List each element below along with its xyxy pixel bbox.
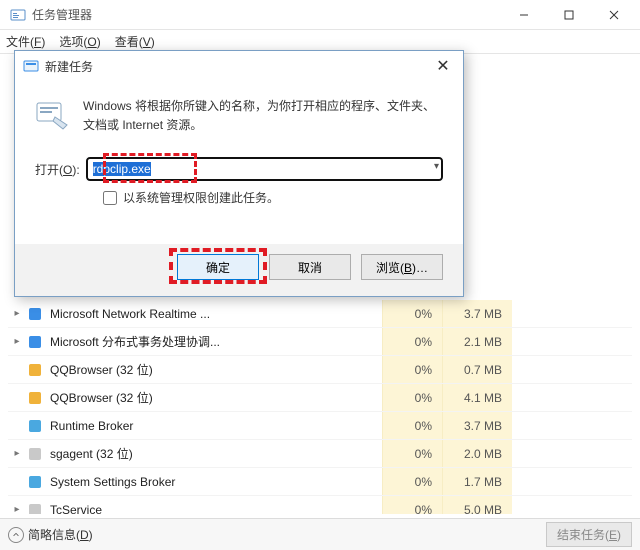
open-label: 打开(O): xyxy=(35,161,80,178)
end-task-button[interactable]: 结束任务(E) xyxy=(546,522,632,547)
process-icon xyxy=(26,361,44,379)
process-icon xyxy=(26,445,44,463)
run-dialog-icon xyxy=(23,58,39,74)
expand-icon[interactable]: ▸ xyxy=(8,448,26,459)
taskmgr-icon xyxy=(10,7,26,23)
statusbar: 简略信息(D) 结束任务(E) xyxy=(0,518,640,550)
process-icon xyxy=(26,389,44,407)
table-row[interactable]: System Settings Broker0%1.7 MB xyxy=(8,468,632,496)
maximize-button[interactable] xyxy=(546,0,591,30)
process-name: System Settings Broker xyxy=(50,475,382,489)
dialog-titlebar: 新建任务 ✕ xyxy=(15,51,463,81)
process-list: ▸Microsoft Network Realtime ...0%3.7 MB▸… xyxy=(8,300,632,514)
chevron-up-icon xyxy=(8,527,24,543)
mem-cell: 4.1 MB xyxy=(442,384,512,411)
process-name: Microsoft 分布式事务处理协调... xyxy=(50,333,382,350)
expand-icon[interactable]: ▸ xyxy=(8,504,26,514)
menu-view[interactable]: 查看(V) xyxy=(115,33,155,50)
cancel-button[interactable]: 取消 xyxy=(269,254,351,280)
table-row[interactable]: ▸ TcService0%5.0 MB xyxy=(8,496,632,514)
table-row[interactable]: ▸ Microsoft Network Realtime ...0%3.7 MB xyxy=(8,300,632,328)
mem-cell: 0.7 MB xyxy=(442,356,512,383)
process-name: Runtime Broker xyxy=(50,419,382,433)
fewer-details-button[interactable]: 简略信息(D) xyxy=(8,526,93,543)
ok-button[interactable]: 确定 xyxy=(177,254,259,280)
mem-cell: 3.7 MB xyxy=(442,300,512,327)
process-icon xyxy=(26,473,44,491)
cpu-cell: 0% xyxy=(382,440,442,467)
process-name: TcService xyxy=(50,503,382,515)
process-icon xyxy=(26,501,44,515)
menu-options[interactable]: 选项(O) xyxy=(59,33,100,50)
expand-icon[interactable]: ▸ xyxy=(8,308,26,319)
process-name: QQBrowser (32 位) xyxy=(50,389,382,406)
table-row[interactable]: Runtime Broker0%3.7 MB xyxy=(8,412,632,440)
mem-cell: 1.7 MB xyxy=(442,468,512,495)
process-icon xyxy=(26,417,44,435)
process-name: Microsoft Network Realtime ... xyxy=(50,307,382,321)
cpu-cell: 0% xyxy=(382,300,442,327)
titlebar: 任务管理器 xyxy=(0,0,640,30)
cpu-cell: 0% xyxy=(382,468,442,495)
window-title: 任务管理器 xyxy=(32,6,501,23)
cpu-cell: 0% xyxy=(382,356,442,383)
run-large-icon xyxy=(35,97,71,133)
admin-label: 以系统管理权限创建此任务。 xyxy=(123,189,279,206)
dialog-title: 新建任务 xyxy=(45,58,93,75)
dropdown-icon[interactable]: ▾ xyxy=(434,161,439,172)
expand-icon[interactable]: ▸ xyxy=(8,336,26,347)
process-icon xyxy=(26,333,44,351)
dialog-close-button[interactable]: ✕ xyxy=(431,56,455,76)
table-row[interactable]: ▸ sgagent (32 位)0%2.0 MB xyxy=(8,440,632,468)
minimize-button[interactable] xyxy=(501,0,546,30)
cpu-cell: 0% xyxy=(382,496,442,514)
table-row[interactable]: ▸ Microsoft 分布式事务处理协调...0%2.1 MB xyxy=(8,328,632,356)
open-input[interactable] xyxy=(86,157,443,181)
cpu-cell: 0% xyxy=(382,384,442,411)
process-name: sgagent (32 位) xyxy=(50,445,382,462)
mem-cell: 2.0 MB xyxy=(442,440,512,467)
admin-checkbox[interactable] xyxy=(103,191,117,205)
close-button[interactable] xyxy=(591,0,636,30)
process-icon xyxy=(26,305,44,323)
cpu-cell: 0% xyxy=(382,328,442,355)
mem-cell: 2.1 MB xyxy=(442,328,512,355)
mem-cell: 3.7 MB xyxy=(442,412,512,439)
new-task-dialog: 新建任务 ✕ Windows 将根据你所键入的名称，为你打开相应的程序、文件夹、… xyxy=(14,50,464,297)
process-name: QQBrowser (32 位) xyxy=(50,361,382,378)
dialog-description: Windows 将根据你所键入的名称，为你打开相应的程序、文件夹、文档或 Int… xyxy=(83,97,443,135)
mem-cell: 5.0 MB xyxy=(442,496,512,514)
browse-button[interactable]: 浏览(B)… xyxy=(361,254,443,280)
cpu-cell: 0% xyxy=(382,412,442,439)
menu-file[interactable]: 文件(F) xyxy=(6,33,45,50)
table-row[interactable]: QQBrowser (32 位)0%0.7 MB xyxy=(8,356,632,384)
table-row[interactable]: QQBrowser (32 位)0%4.1 MB xyxy=(8,384,632,412)
